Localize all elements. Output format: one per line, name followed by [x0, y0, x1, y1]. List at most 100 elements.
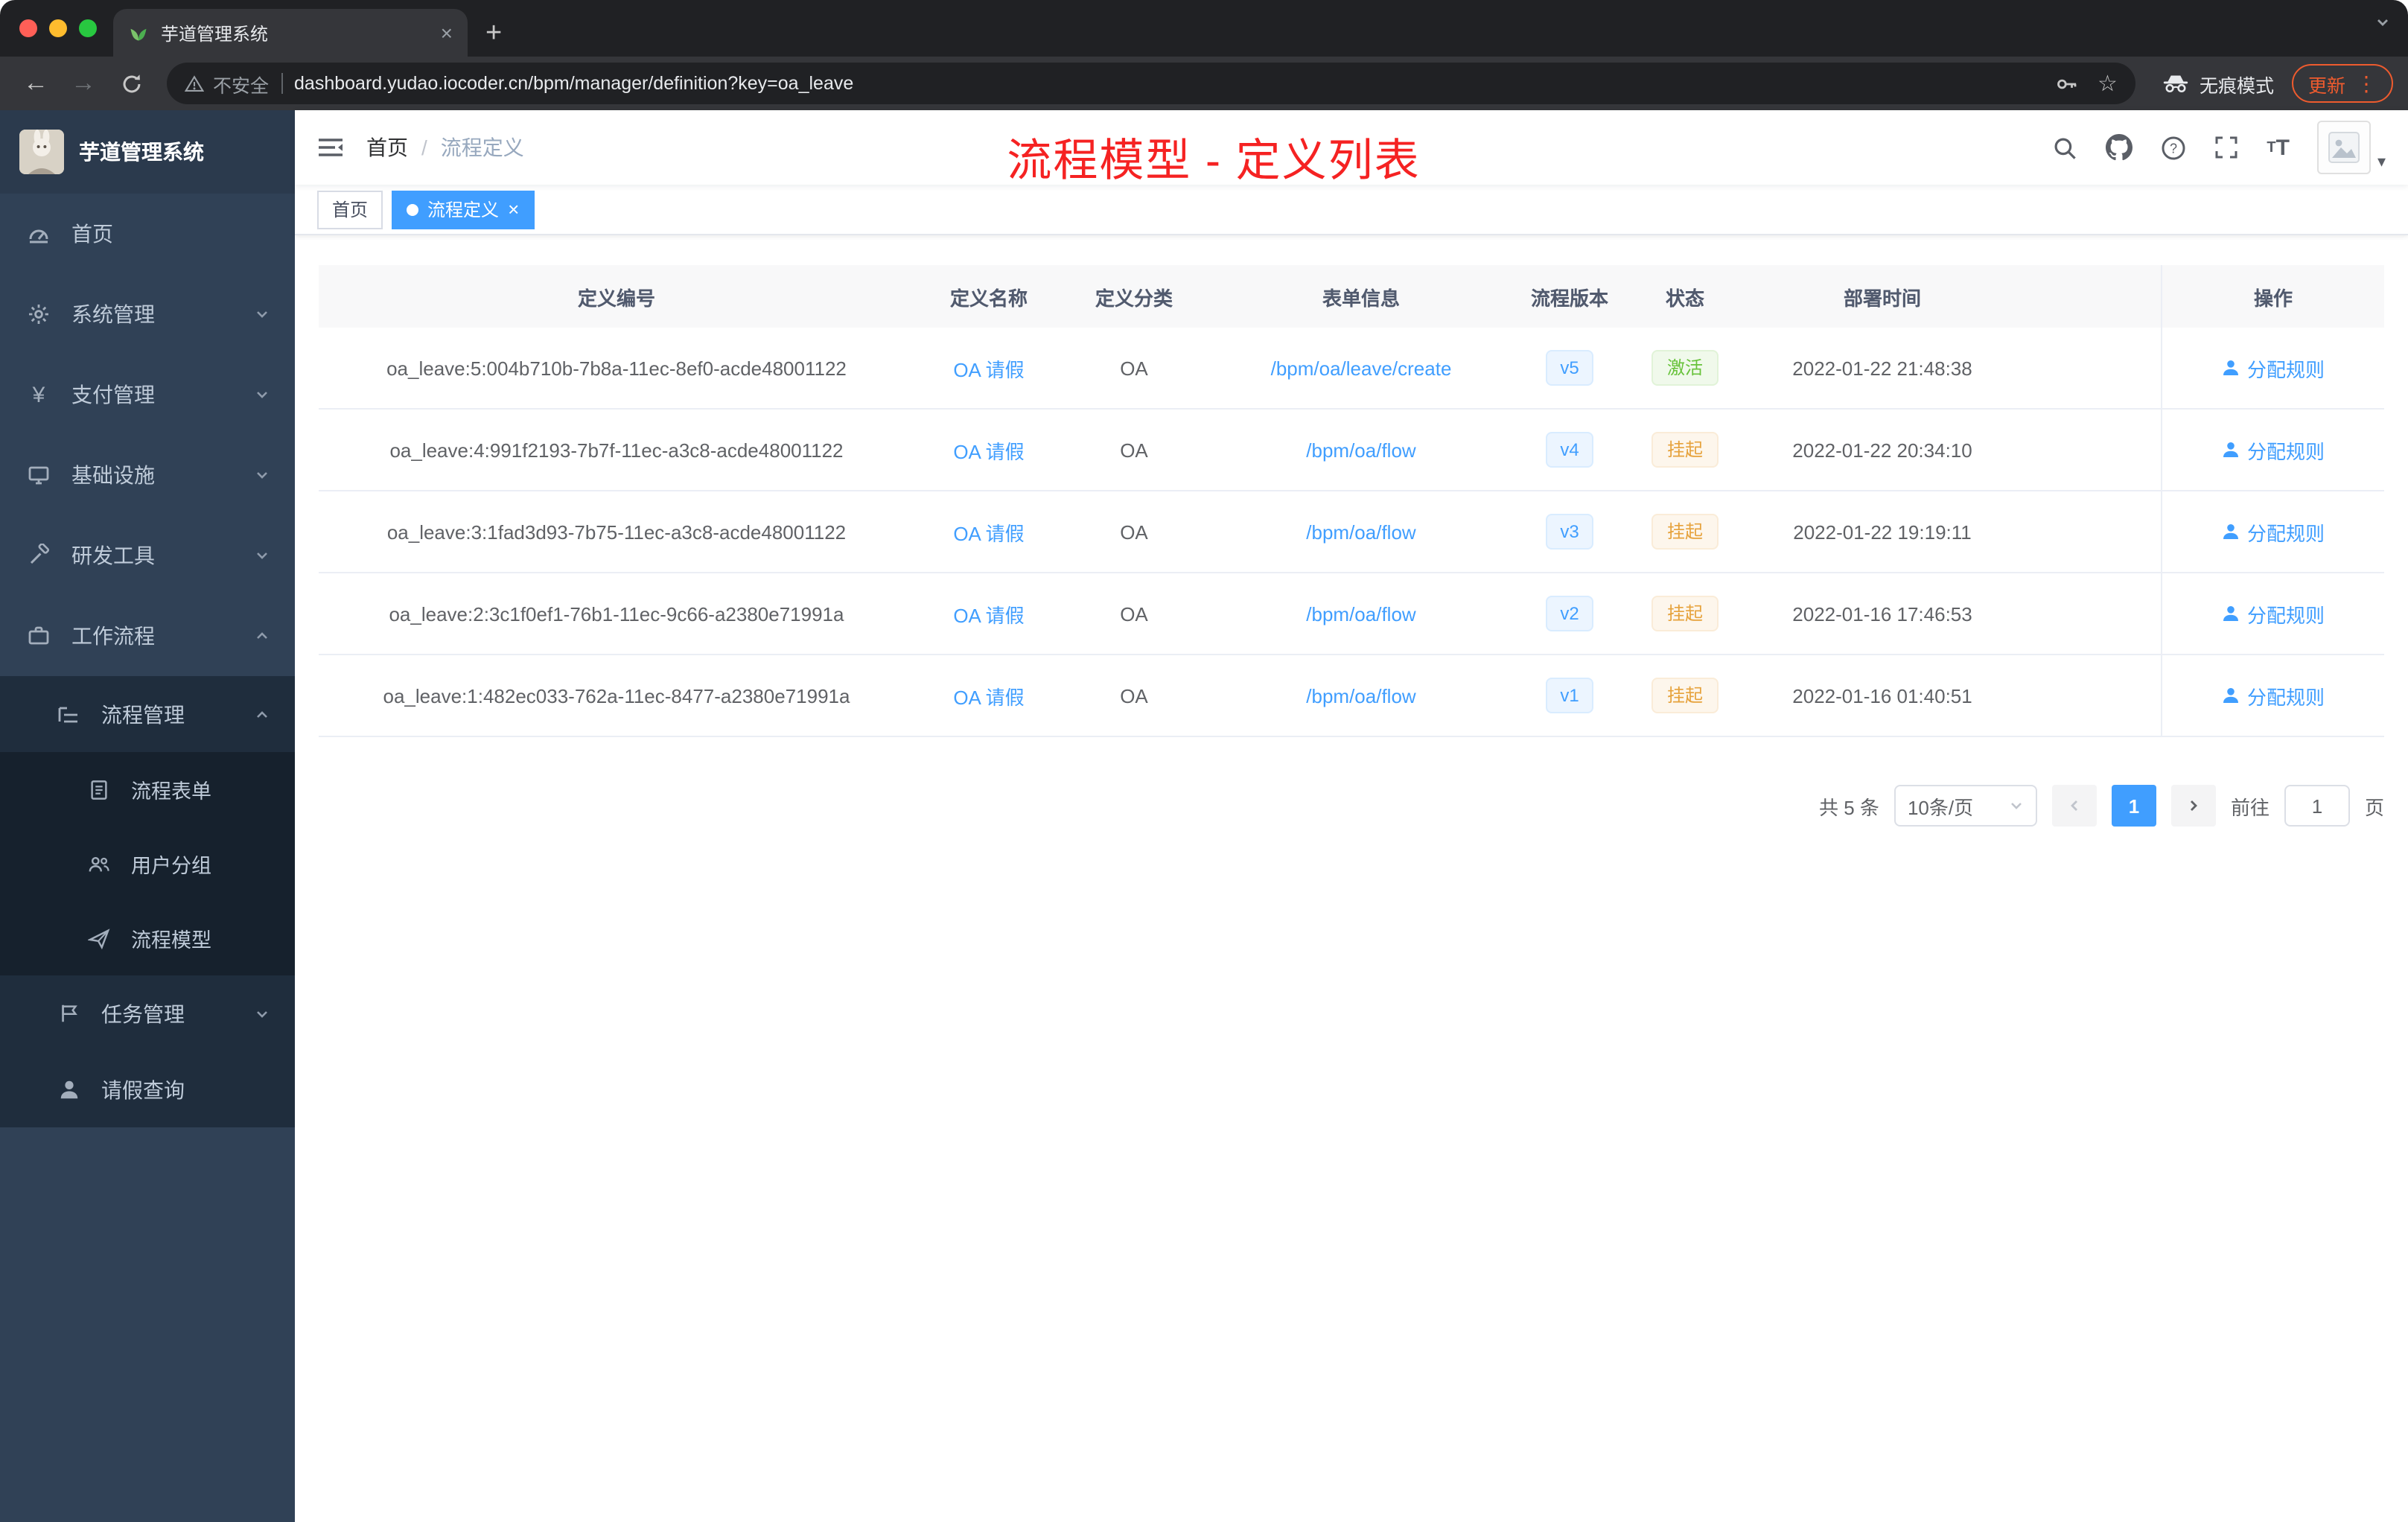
sidebar-item-process-management[interactable]: 流程管理	[0, 676, 295, 752]
sidebar-item-label: 系统管理	[71, 302, 155, 326]
close-window-button[interactable]	[19, 19, 37, 37]
sidebar-item-leave-query[interactable]: 请假查询	[0, 1051, 295, 1127]
cell-definition-id: oa_leave:4:991f2193-7b7f-11ec-a3c8-acde4…	[389, 439, 844, 461]
goto-page-input[interactable]	[2284, 785, 2350, 827]
security-chip[interactable]: 不安全	[185, 69, 269, 98]
sidebar-item-devtools[interactable]: 研发工具	[0, 515, 295, 596]
user-icon	[2223, 524, 2238, 539]
security-label: 不安全	[213, 75, 270, 96]
definition-name-link[interactable]: OA 请假	[953, 599, 1024, 628]
forward-icon[interactable]: →	[63, 63, 104, 104]
column-header: 表单信息	[1322, 287, 1400, 309]
sidebar-item-user-group[interactable]: 用户分组	[0, 827, 295, 901]
user-icon	[2223, 606, 2238, 621]
tag-process-definition[interactable]: 流程定义 ×	[392, 190, 535, 229]
definition-name-link[interactable]: OA 请假	[953, 354, 1024, 382]
sidebar-item-label: 支付管理	[71, 383, 155, 407]
page-content: 定义编号 定义名称 定义分类 表单信息 流程版本 状态 部署时间 操作 oa_l…	[295, 235, 2408, 1522]
address-bar[interactable]: 不安全 dashboard.yudao.iocoder.cn/bpm/manag…	[167, 63, 2135, 104]
browser-tab-strip: 芋道管理系统 × +	[0, 0, 2408, 57]
chevron-down-icon	[2009, 798, 2024, 813]
status-badge: 挂起	[1651, 432, 1718, 468]
prev-page-button[interactable]	[2051, 785, 2097, 827]
sidebar-item-infrastructure[interactable]: 基础设施	[0, 435, 295, 515]
gear-icon	[25, 302, 52, 326]
bookmark-star-icon[interactable]: ☆	[2098, 70, 2118, 97]
form-link[interactable]: /bpm/oa/leave/create	[1271, 357, 1452, 379]
assign-rule-link[interactable]: 分配规则	[2222, 436, 2325, 464]
cell-deploy-time: 2022-01-22 19:19:11	[1793, 520, 1972, 543]
cell-deploy-time: 2022-01-22 20:34:10	[1792, 439, 1972, 461]
reload-icon[interactable]	[110, 63, 152, 104]
table-row: oa_leave:1:482ec033-762a-11ec-8477-a2380…	[319, 655, 2384, 737]
user-avatar-menu[interactable]: ▾	[2317, 121, 2386, 174]
minimize-window-button[interactable]	[49, 19, 67, 37]
github-icon[interactable]	[2106, 134, 2133, 161]
url-text: dashboard.yudao.iocoder.cn/bpm/manager/d…	[294, 73, 854, 94]
tag-close-icon[interactable]: ×	[508, 200, 519, 219]
tab-favicon-leaf-icon	[128, 22, 149, 43]
definition-name-link[interactable]: OA 请假	[953, 518, 1024, 546]
tab-close-icon[interactable]: ×	[441, 21, 453, 45]
sidebar-logo[interactable]: 芋道管理系统	[0, 110, 295, 194]
fullscreen-icon[interactable]	[2214, 136, 2238, 159]
sidebar-item-label: 流程表单	[131, 780, 211, 803]
breadcrumb-home[interactable]: 首页	[366, 133, 408, 162]
version-badge: v3	[1545, 514, 1594, 550]
sidebar-item-payment[interactable]: ¥ 支付管理	[0, 354, 295, 435]
warning-triangle-icon	[185, 74, 204, 93]
user-icon	[2223, 688, 2238, 703]
chevron-down-icon	[255, 468, 270, 483]
sidebar-item-task-management[interactable]: 任务管理	[0, 975, 295, 1051]
back-icon[interactable]: ←	[15, 63, 57, 104]
page-size-select[interactable]: 10条/页	[1893, 785, 2037, 827]
search-icon[interactable]	[2052, 135, 2077, 160]
yen-icon: ¥	[32, 382, 45, 407]
version-badge: v2	[1545, 596, 1594, 631]
people-icon	[85, 853, 112, 875]
sidebar-item-process-form[interactable]: 流程表单	[0, 752, 295, 827]
column-header-filler	[2016, 265, 2161, 328]
form-link[interactable]: /bpm/oa/flow	[1306, 439, 1415, 461]
sidebar-item-system[interactable]: 系统管理	[0, 274, 295, 354]
sidebar-item-label: 流程管理	[101, 702, 185, 726]
sidebar-item-workflow[interactable]: 工作流程	[0, 596, 295, 676]
caret-down-icon: ▾	[2377, 153, 2386, 171]
column-header: 定义编号	[577, 287, 655, 309]
browser-menu-kebab-icon[interactable]: ⋮	[2356, 71, 2377, 96]
table-row: oa_leave:5:004b710b-7b8a-11ec-8ef0-acde4…	[319, 328, 2384, 410]
next-page-button[interactable]	[2170, 785, 2216, 827]
hamburger-icon[interactable]	[317, 136, 344, 159]
column-header: 定义分类	[1095, 287, 1173, 309]
tag-label: 首页	[332, 200, 369, 220]
font-size-icon[interactable]: TT	[2267, 135, 2290, 160]
cell-definition-id: oa_leave:2:3c1f0ef1-76b1-11ec-9c66-a2380…	[389, 602, 844, 625]
sidebar-item-process-model[interactable]: 流程模型	[0, 901, 295, 975]
assign-rule-link[interactable]: 分配规则	[2222, 518, 2325, 546]
new-tab-button[interactable]: +	[485, 19, 502, 48]
incognito-chip[interactable]: 无痕模式	[2150, 69, 2286, 98]
browser-tab[interactable]: 芋道管理系统 ×	[113, 9, 468, 57]
form-link[interactable]: /bpm/oa/flow	[1306, 520, 1415, 543]
form-link[interactable]: /bpm/oa/flow	[1306, 602, 1415, 625]
browser-update-button[interactable]: 更新 ⋮	[2291, 64, 2393, 103]
assign-rule-link[interactable]: 分配规则	[2222, 354, 2325, 382]
column-header: 部署时间	[1843, 287, 1921, 309]
breadcrumb-separator: /	[421, 136, 427, 159]
zoom-window-button[interactable]	[79, 19, 97, 37]
assign-rule-link[interactable]: 分配规则	[2222, 681, 2325, 710]
assign-rule-link[interactable]: 分配规则	[2222, 599, 2325, 628]
sidebar-item-label: 任务管理	[101, 1002, 185, 1025]
password-key-icon[interactable]	[2054, 72, 2077, 95]
cell-category: OA	[1120, 520, 1148, 543]
definition-name-link[interactable]: OA 请假	[953, 436, 1024, 464]
form-link[interactable]: /bpm/oa/flow	[1306, 684, 1415, 707]
sidebar-item-home[interactable]: 首页	[0, 194, 295, 274]
tab-search-chevron-icon[interactable]	[2375, 15, 2390, 30]
current-page-button[interactable]: 1	[2111, 785, 2156, 827]
table-row: oa_leave:4:991f2193-7b7f-11ec-a3c8-acde4…	[319, 410, 2384, 491]
sidebar-item-label: 流程模型	[131, 929, 211, 952]
definition-name-link[interactable]: OA 请假	[953, 681, 1024, 710]
help-icon[interactable]: ?	[2161, 135, 2186, 160]
tag-home[interactable]: 首页	[317, 190, 383, 229]
